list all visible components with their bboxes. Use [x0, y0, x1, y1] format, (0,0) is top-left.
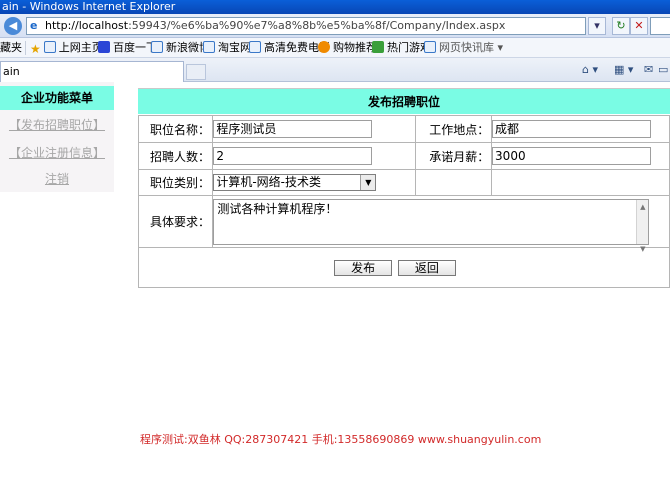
- window-title-bar: ain - Windows Internet Explorer: [0, 0, 670, 14]
- sidebar-title: 企业功能菜单: [0, 86, 114, 110]
- ie-icon: [151, 41, 163, 53]
- url-input[interactable]: e http://localhost:59943/%e6%ba%90%e7%a8…: [26, 17, 586, 35]
- page-content: 企业功能菜单 【发布招聘职位】 【企业注册信息】 注销 发布招聘职位 职位名称：…: [0, 82, 670, 485]
- tab-current[interactable]: ain: [0, 61, 184, 82]
- fav-item-shopping[interactable]: 购物推荐: [318, 38, 377, 58]
- location-input[interactable]: 成都: [492, 120, 652, 138]
- job-name-label: 职位名称：: [137, 115, 214, 143]
- requirements-text: 测试各种计算机程序！: [217, 201, 338, 216]
- fav-item-games[interactable]: 热门游戏: [372, 38, 431, 58]
- star-icon: ★: [30, 42, 41, 56]
- sidebar-item-post-job[interactable]: 【发布招聘职位】: [0, 116, 114, 133]
- baidu-paw-icon: [98, 41, 110, 53]
- tab-title: ain: [3, 65, 20, 78]
- category-selected-value: 计算机-网络-技术类: [216, 175, 321, 189]
- fav-label: 网页快讯库 ▾: [439, 41, 504, 54]
- mail-icon[interactable]: ✉: [644, 62, 653, 78]
- form-title: 发布招聘职位: [138, 88, 670, 114]
- fav-label: 淘宝网: [218, 41, 251, 54]
- headcount-input[interactable]: 2: [213, 147, 373, 165]
- favorites-bar: 藏夹 ★ 上网主页 百度一下 新浪微博 淘宝网 高清免费电影 购物推荐 热门游戏 …: [0, 38, 670, 58]
- search-input[interactable]: [650, 17, 670, 35]
- sidebar: 企业功能菜单 【发布招聘职位】 【企业注册信息】 注销: [0, 82, 114, 192]
- category-select[interactable]: 计算机-网络-技术类 ▼: [213, 174, 377, 191]
- headcount-label: 招聘人数：: [137, 142, 214, 170]
- sidebar-item-logout[interactable]: 注销: [0, 170, 114, 187]
- submit-button[interactable]: 发布: [334, 259, 393, 276]
- ie-icon: [43, 41, 56, 53]
- back-form-button[interactable]: 返回: [397, 259, 456, 276]
- back-arrow-icon: ◀: [4, 17, 22, 35]
- close-icon: ✕: [634, 19, 644, 32]
- salary-label: 承诺月薪：: [415, 142, 493, 170]
- fav-item-home[interactable]: ★ 上网主页: [30, 38, 103, 58]
- form-table: 职位名称： 程序测试员 工作地点： 成都 招聘人数： 2 承诺月薪： 3000 …: [137, 115, 670, 288]
- requirements-label: 具体要求：: [137, 195, 214, 248]
- empty-cell: [415, 169, 493, 196]
- fav-item-baidu[interactable]: 百度一下: [98, 38, 157, 58]
- back-button[interactable]: ◀: [0, 17, 22, 35]
- salary-input[interactable]: 3000: [492, 147, 652, 165]
- fav-item-webslice[interactable]: 网页快讯库 ▾: [424, 38, 503, 58]
- fav-label: 购物推荐: [333, 41, 377, 54]
- feeds-icon[interactable]: ▦ ▾: [614, 62, 633, 78]
- ie-icon: [203, 41, 215, 53]
- window-title: ain - Windows Internet Explorer: [2, 0, 176, 13]
- url-path: :59943/%e6%ba%90%e7%a8%8b%e5%ba%8f/Compa…: [128, 19, 506, 32]
- address-dropdown-button[interactable]: ▾: [588, 17, 606, 35]
- games-icon: [372, 41, 384, 53]
- chevron-down-icon: ▼: [360, 175, 376, 190]
- favorites-label[interactable]: 藏夹: [0, 38, 22, 58]
- shopping-icon: [318, 41, 330, 53]
- refresh-button[interactable]: ↻: [612, 17, 630, 35]
- stop-button[interactable]: ✕: [630, 17, 648, 35]
- sidebar-item-company-info[interactable]: 【企业注册信息】: [0, 144, 114, 161]
- footer-text: 程序测试:双鱼林 QQ:287307421 手机:13558690869 www…: [140, 433, 542, 446]
- refresh-icon: ↻: [616, 19, 626, 32]
- home-icon[interactable]: ⌂ ▾: [582, 62, 598, 78]
- fav-item-weibo[interactable]: 新浪微博: [151, 38, 210, 58]
- textarea-scrollbar[interactable]: ▲ ▼: [636, 199, 649, 253]
- new-tab-button[interactable]: [186, 64, 206, 80]
- fav-item-taobao[interactable]: 淘宝网: [203, 38, 251, 58]
- ie-page-icon: e: [30, 19, 38, 32]
- requirements-textarea[interactable]: 测试各种计算机程序！ ▲ ▼: [213, 198, 650, 253]
- category-label: 职位类别：: [137, 169, 214, 196]
- favorites-separator: [25, 41, 26, 55]
- print-icon[interactable]: ▭: [658, 62, 668, 78]
- address-bar-row: ◀ e http://localhost:59943/%e6%ba%90%e7%…: [0, 14, 670, 38]
- tab-bar: ain ⌂ ▾ ▦ ▾ ✉ ▭: [0, 58, 670, 82]
- ie-icon: [424, 41, 436, 53]
- ie-icon: [249, 41, 261, 53]
- empty-cell: [491, 169, 670, 196]
- url-host: http://localhost: [45, 19, 129, 32]
- job-name-input[interactable]: 程序测试员: [213, 120, 373, 138]
- fav-label: 上网主页: [58, 41, 103, 54]
- location-label: 工作地点：: [415, 115, 493, 143]
